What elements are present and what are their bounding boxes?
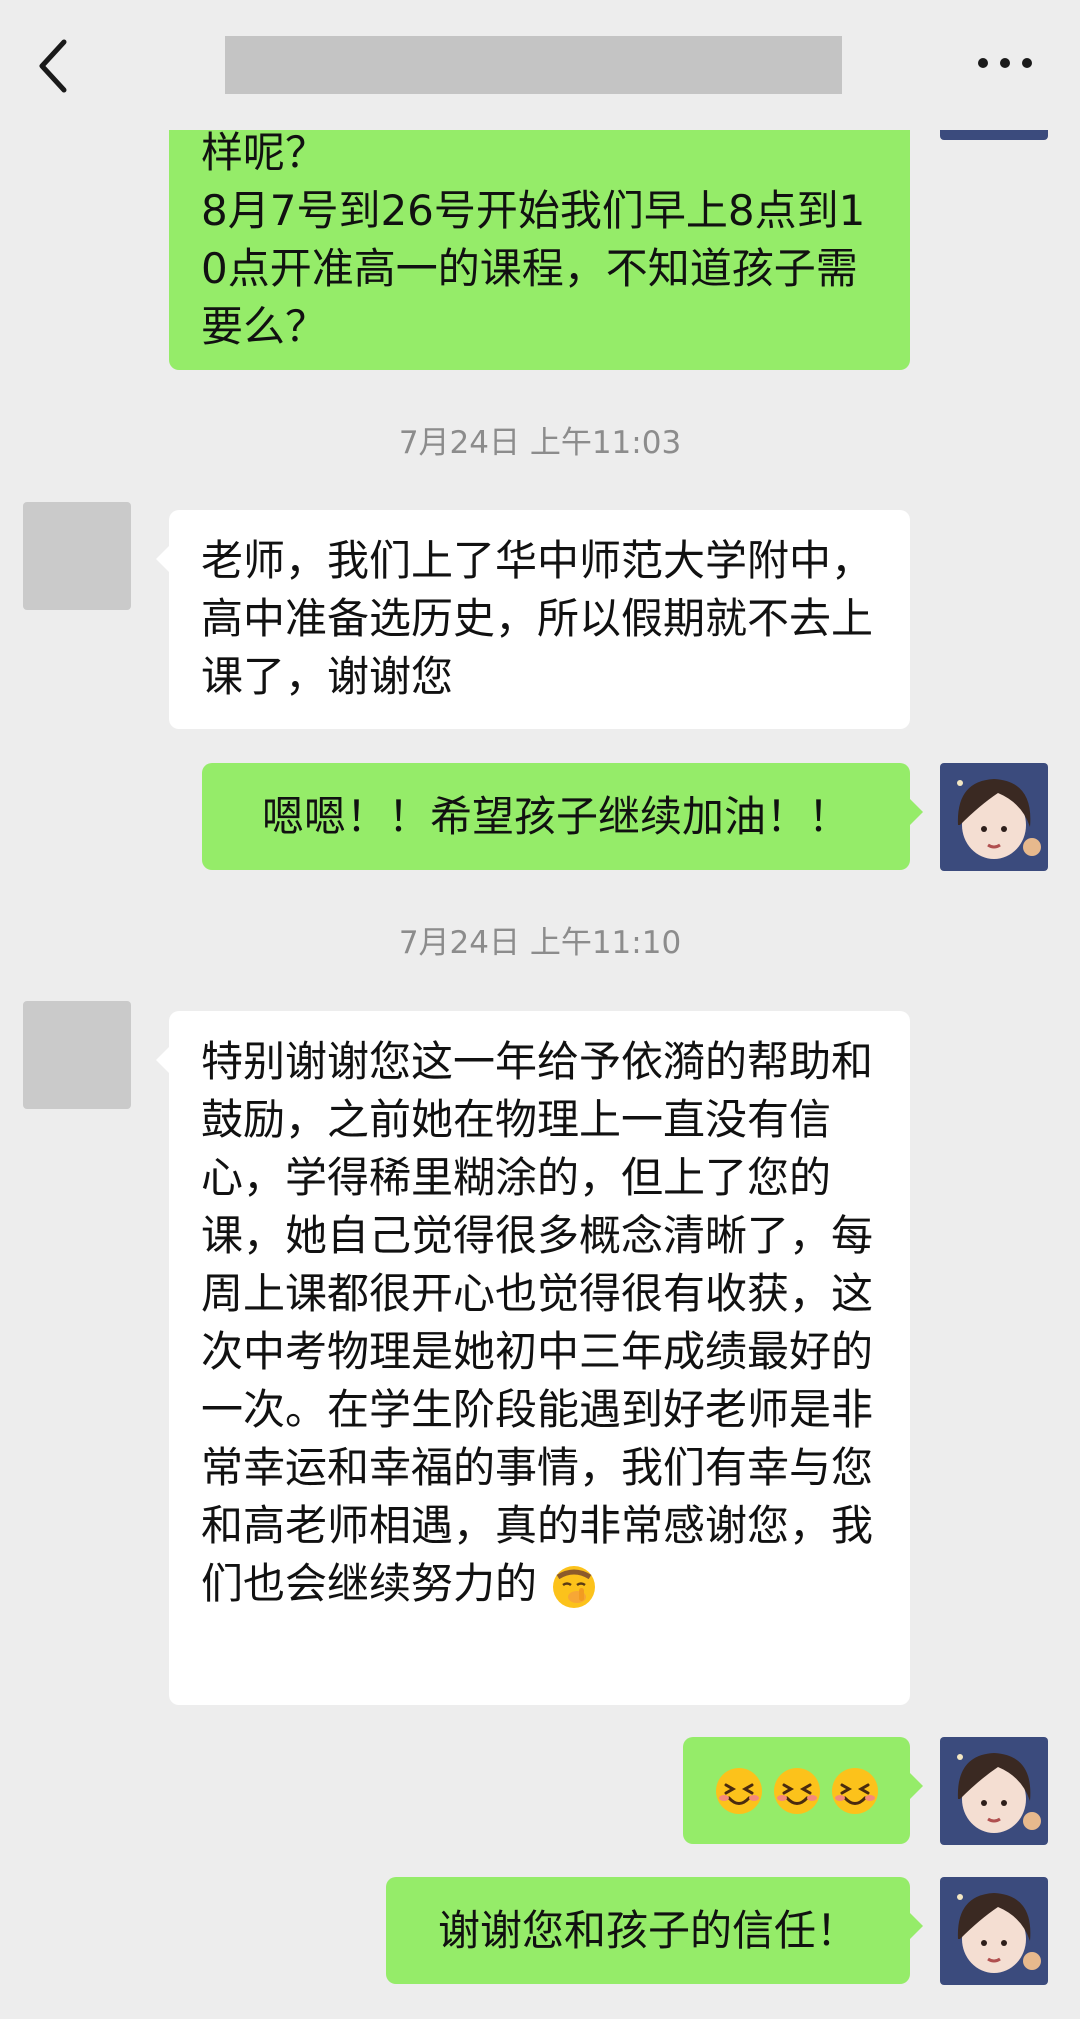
- chat-title: [225, 36, 842, 94]
- message-bubble-sent[interactable]: [683, 1737, 923, 1844]
- more-dots-icon[interactable]: [975, 48, 1035, 78]
- grinning-squint-emoji: [831, 1767, 878, 1814]
- chevron-left-icon[interactable]: [34, 36, 74, 96]
- shush-face-emoji: [553, 1565, 596, 1608]
- my-avatar[interactable]: [940, 1737, 1048, 1845]
- message-bubble-received[interactable]: 老师，我们上了华中师范大学附中，高中准备选历史，所以假期就不去上课了，谢谢您: [156, 510, 910, 729]
- contact-avatar[interactable]: [23, 1001, 131, 1109]
- grinning-squint-emoji: [773, 1767, 820, 1814]
- message-text: 特别谢谢您这一年给予依漪的帮助和鼓励，之前她在物理上一直没有信心，学得稀里糊涂的…: [201, 1037, 874, 1608]
- grinning-squint-emoji: [715, 1767, 762, 1814]
- message-bubble-sent[interactable]: 样呢？ 8月7号到26号开始我们早上8点到10点开准高一的课程，不知道孩子需要么…: [169, 94, 910, 370]
- my-avatar[interactable]: [940, 763, 1048, 871]
- message-bubble-received[interactable]: 特别谢谢您这一年给予依漪的帮助和鼓励，之前她在物理上一直没有信心，学得稀里糊涂的…: [156, 1011, 910, 1705]
- timestamp: 7月24日 上午11:10: [398, 925, 682, 961]
- timestamp: 7月24日 上午11:03: [398, 425, 682, 461]
- contact-avatar[interactable]: [23, 502, 131, 610]
- chat-header: [0, 0, 1080, 130]
- my-avatar[interactable]: [940, 1877, 1048, 1985]
- message-bubble-sent[interactable]: 谢谢您和孩子的信任！: [386, 1877, 923, 1984]
- message-bubble-sent[interactable]: 嗯嗯！！希望孩子继续加油！！: [202, 763, 923, 870]
